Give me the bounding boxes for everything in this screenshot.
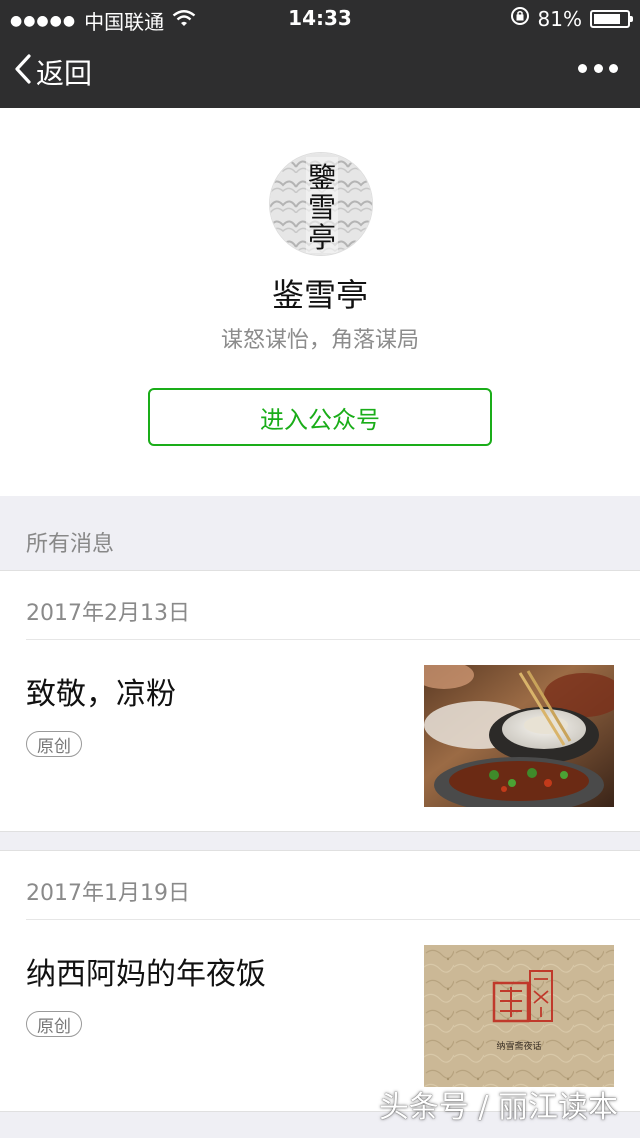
article-title[interactable]: 致敬，凉粉 [26, 669, 176, 713]
more-dot [609, 63, 618, 73]
chevron-left-icon [14, 53, 32, 92]
battery-icon [590, 9, 633, 28]
account-name: 鉴雪亭 [271, 276, 368, 314]
account-profile: 鑒 雪 亭 鉴雪亭 谋怒谋怡，角落谋局 进入公众号 [0, 108, 640, 496]
divider [26, 639, 640, 640]
avatar-char: 雪 [308, 191, 336, 224]
thumbnail-caption: 纳雪斋夜话 [496, 1040, 541, 1052]
more-dot [593, 63, 603, 73]
enter-account-button[interactable]: 进入公众号 [148, 388, 492, 446]
avatar[interactable]: 鑒 雪 亭 [269, 152, 373, 256]
back-button[interactable]: 返回 [14, 52, 92, 92]
message-card[interactable]: 2017年2月13日 致敬，凉粉 原创 [0, 570, 640, 832]
original-tag: 原创 [26, 1011, 82, 1037]
message-date: 2017年1月19日 [26, 881, 190, 906]
avatar-seal-image: 鑒 雪 亭 [270, 153, 372, 255]
battery-fill [594, 13, 620, 24]
avatar-char: 亭 [308, 221, 336, 254]
article-thumbnail[interactable]: 纳雪斋夜话 [424, 945, 614, 1087]
nav-bar: 返回 [0, 36, 640, 108]
food-photo-image [424, 665, 614, 807]
more-dot [578, 63, 587, 73]
battery-percent: 81% [537, 6, 582, 31]
original-tag: 原创 [26, 731, 82, 757]
back-label: 返回 [36, 57, 93, 90]
seal-paper-image: 纳雪斋夜话 [424, 945, 614, 1087]
message-card[interactable]: 2017年1月19日 纳西阿妈的年夜饭 原创 纳雪斋夜话 [0, 850, 640, 1112]
avatar-char: 鑒 [308, 161, 336, 194]
message-date: 2017年2月13日 [26, 601, 190, 626]
status-bar: ●●●●● 中国联通 14:33 81% [0, 0, 640, 36]
account-description: 谋怒谋怡，角落谋局 [220, 328, 419, 353]
status-right: 81% [510, 6, 633, 31]
messages-section-title: 所有消息 [26, 532, 115, 557]
divider [26, 919, 640, 920]
article-title[interactable]: 纳西阿妈的年夜饭 [26, 949, 266, 993]
more-options-icon[interactable] [578, 58, 618, 78]
rotation-lock-icon [510, 6, 530, 31]
article-thumbnail[interactable] [424, 665, 614, 807]
watermark: 头条号 / 丽江读本 [378, 1090, 618, 1125]
